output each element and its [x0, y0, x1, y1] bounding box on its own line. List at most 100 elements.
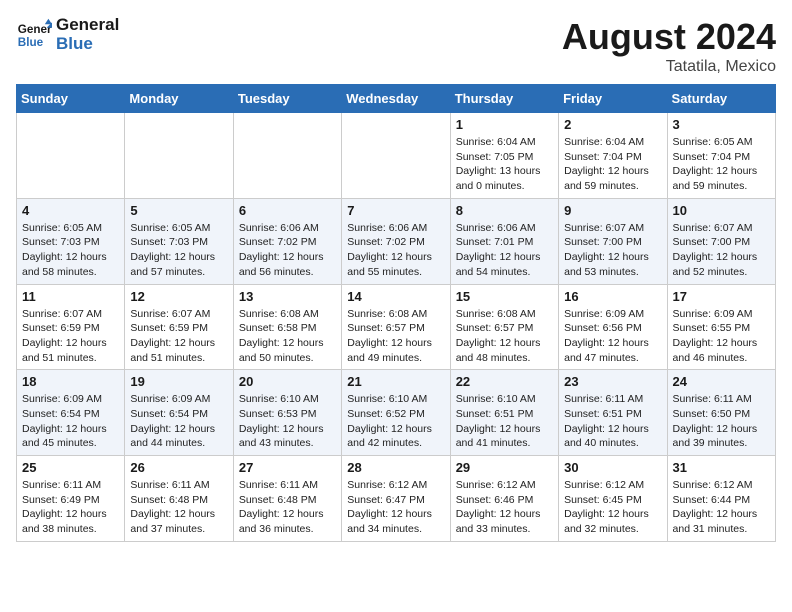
- day-info: Sunrise: 6:07 AM Sunset: 6:59 PM Dayligh…: [22, 307, 119, 366]
- day-cell: 3Sunrise: 6:05 AM Sunset: 7:04 PM Daylig…: [667, 113, 775, 199]
- day-info: Sunrise: 6:07 AM Sunset: 6:59 PM Dayligh…: [130, 307, 227, 366]
- day-number: 28: [347, 460, 444, 475]
- page-header: General Blue GeneralBlue August 2024 Tat…: [16, 16, 776, 76]
- day-info: Sunrise: 6:08 AM Sunset: 6:58 PM Dayligh…: [239, 307, 336, 366]
- day-number: 23: [564, 374, 661, 389]
- day-number: 6: [239, 203, 336, 218]
- day-info: Sunrise: 6:10 AM Sunset: 6:53 PM Dayligh…: [239, 392, 336, 451]
- logo-text: GeneralBlue: [56, 16, 119, 53]
- day-cell: 30 Sunrise: 6:12 AM Sunset: 6:45 PM Dayli…: [559, 456, 667, 542]
- day-number: 12: [130, 289, 227, 304]
- day-cell: 18Sunrise: 6:09 AM Sunset: 6:54 PM Dayli…: [17, 370, 125, 456]
- day-cell: 26 Sunrise: 6:11 AM Sunset: 6:48 PM Dayli…: [125, 456, 233, 542]
- day-info: Sunrise: 6:12 AM Sunset: 6:47 PM Dayligh…: [347, 478, 444, 537]
- day-info: Sunrise: 6:11 AM Sunset: 6:49 PM Dayligh…: [22, 478, 119, 537]
- day-info: Sunrise: 6:11 AM Sunset: 6:51 PM Dayligh…: [564, 392, 661, 451]
- day-number: 30: [564, 460, 661, 475]
- day-number: 13: [239, 289, 336, 304]
- day-number: 27: [239, 460, 336, 475]
- day-info: Sunrise: 6:05 AM Sunset: 7:03 PM Dayligh…: [22, 221, 119, 280]
- day-number: 31: [673, 460, 770, 475]
- day-number: 1: [456, 117, 553, 132]
- day-info: Sunrise: 6:12 AM Sunset: 6:44 PM Dayligh…: [673, 478, 770, 537]
- location: Tatatila, Mexico: [562, 58, 776, 76]
- day-number: 4: [22, 203, 119, 218]
- day-number: 15: [456, 289, 553, 304]
- day-info: Sunrise: 6:09 AM Sunset: 6:54 PM Dayligh…: [130, 392, 227, 451]
- day-cell: [17, 113, 125, 199]
- week-row-1: 1Sunrise: 6:04 AM Sunset: 7:05 PM Daylig…: [17, 113, 776, 199]
- day-cell: 16 Sunrise: 6:09 AM Sunset: 6:56 PM Dayli…: [559, 284, 667, 370]
- day-info: Sunrise: 6:11 AM Sunset: 6:48 PM Dayligh…: [130, 478, 227, 537]
- month-title: August 2024: [562, 16, 776, 58]
- week-row-3: 11Sunrise: 6:07 AM Sunset: 6:59 PM Dayli…: [17, 284, 776, 370]
- day-cell: 29 Sunrise: 6:12 AM Sunset: 6:46 PM Dayli…: [450, 456, 558, 542]
- day-cell: 20 Sunrise: 6:10 AM Sunset: 6:53 PM Dayli…: [233, 370, 341, 456]
- day-cell: 5Sunrise: 6:05 AM Sunset: 7:03 PM Daylig…: [125, 198, 233, 284]
- day-info: Sunrise: 6:06 AM Sunset: 7:01 PM Dayligh…: [456, 221, 553, 280]
- day-cell: 6 Sunrise: 6:06 AM Sunset: 7:02 PM Daylig…: [233, 198, 341, 284]
- col-header-saturday: Saturday: [667, 85, 775, 113]
- day-info: Sunrise: 6:08 AM Sunset: 6:57 PM Dayligh…: [456, 307, 553, 366]
- svg-text:Blue: Blue: [18, 35, 44, 48]
- day-info: Sunrise: 6:07 AM Sunset: 7:00 PM Dayligh…: [673, 221, 770, 280]
- day-number: 14: [347, 289, 444, 304]
- day-cell: 15 Sunrise: 6:08 AM Sunset: 6:57 PM Dayli…: [450, 284, 558, 370]
- day-info: Sunrise: 6:07 AM Sunset: 7:00 PM Dayligh…: [564, 221, 661, 280]
- day-cell: 10Sunrise: 6:07 AM Sunset: 7:00 PM Dayli…: [667, 198, 775, 284]
- day-number: 16: [564, 289, 661, 304]
- header-row: SundayMondayTuesdayWednesdayThursdayFrid…: [17, 85, 776, 113]
- day-number: 8: [456, 203, 553, 218]
- day-info: Sunrise: 6:09 AM Sunset: 6:55 PM Dayligh…: [673, 307, 770, 366]
- day-info: Sunrise: 6:05 AM Sunset: 7:04 PM Dayligh…: [673, 135, 770, 194]
- day-cell: [125, 113, 233, 199]
- day-cell: 28 Sunrise: 6:12 AM Sunset: 6:47 PM Dayli…: [342, 456, 450, 542]
- day-info: Sunrise: 6:12 AM Sunset: 6:45 PM Dayligh…: [564, 478, 661, 537]
- day-cell: 31 Sunrise: 6:12 AM Sunset: 6:44 PM Dayli…: [667, 456, 775, 542]
- day-cell: 9Sunrise: 6:07 AM Sunset: 7:00 PM Daylig…: [559, 198, 667, 284]
- day-cell: 19 Sunrise: 6:09 AM Sunset: 6:54 PM Dayli…: [125, 370, 233, 456]
- day-number: 21: [347, 374, 444, 389]
- col-header-wednesday: Wednesday: [342, 85, 450, 113]
- day-number: 24: [673, 374, 770, 389]
- day-cell: 21 Sunrise: 6:10 AM Sunset: 6:52 PM Dayli…: [342, 370, 450, 456]
- day-cell: 13 Sunrise: 6:08 AM Sunset: 6:58 PM Dayli…: [233, 284, 341, 370]
- day-info: Sunrise: 6:09 AM Sunset: 6:56 PM Dayligh…: [564, 307, 661, 366]
- day-number: 17: [673, 289, 770, 304]
- day-number: 2: [564, 117, 661, 132]
- day-info: Sunrise: 6:11 AM Sunset: 6:50 PM Dayligh…: [673, 392, 770, 451]
- day-number: 19: [130, 374, 227, 389]
- day-cell: 27 Sunrise: 6:11 AM Sunset: 6:48 PM Dayli…: [233, 456, 341, 542]
- day-number: 20: [239, 374, 336, 389]
- day-info: Sunrise: 6:09 AM Sunset: 6:54 PM Dayligh…: [22, 392, 119, 451]
- col-header-sunday: Sunday: [17, 85, 125, 113]
- svg-text:General: General: [18, 23, 52, 36]
- day-info: Sunrise: 6:08 AM Sunset: 6:57 PM Dayligh…: [347, 307, 444, 366]
- day-number: 29: [456, 460, 553, 475]
- week-row-5: 25Sunrise: 6:11 AM Sunset: 6:49 PM Dayli…: [17, 456, 776, 542]
- calendar-table: SundayMondayTuesdayWednesdayThursdayFrid…: [16, 84, 776, 542]
- day-number: 7: [347, 203, 444, 218]
- title-block: August 2024 Tatatila, Mexico: [562, 16, 776, 76]
- day-cell: 12 Sunrise: 6:07 AM Sunset: 6:59 PM Dayli…: [125, 284, 233, 370]
- day-number: 26: [130, 460, 227, 475]
- week-row-4: 18Sunrise: 6:09 AM Sunset: 6:54 PM Dayli…: [17, 370, 776, 456]
- day-cell: 4 Sunrise: 6:05 AM Sunset: 7:03 PM Daylig…: [17, 198, 125, 284]
- day-cell: 17 Sunrise: 6:09 AM Sunset: 6:55 PM Dayli…: [667, 284, 775, 370]
- day-cell: 24 Sunrise: 6:11 AM Sunset: 6:50 PM Dayli…: [667, 370, 775, 456]
- day-info: Sunrise: 6:10 AM Sunset: 6:52 PM Dayligh…: [347, 392, 444, 451]
- day-info: Sunrise: 6:12 AM Sunset: 6:46 PM Dayligh…: [456, 478, 553, 537]
- day-cell: 11Sunrise: 6:07 AM Sunset: 6:59 PM Dayli…: [17, 284, 125, 370]
- day-number: 22: [456, 374, 553, 389]
- day-cell: 14 Sunrise: 6:08 AM Sunset: 6:57 PM Dayli…: [342, 284, 450, 370]
- day-cell: 7Sunrise: 6:06 AM Sunset: 7:02 PM Daylig…: [342, 198, 450, 284]
- day-cell: [233, 113, 341, 199]
- logo: General Blue GeneralBlue: [16, 16, 119, 53]
- day-info: Sunrise: 6:11 AM Sunset: 6:48 PM Dayligh…: [239, 478, 336, 537]
- day-cell: 23 Sunrise: 6:11 AM Sunset: 6:51 PM Dayli…: [559, 370, 667, 456]
- day-cell: 2Sunrise: 6:04 AM Sunset: 7:04 PM Daylig…: [559, 113, 667, 199]
- col-header-tuesday: Tuesday: [233, 85, 341, 113]
- day-cell: 25Sunrise: 6:11 AM Sunset: 6:49 PM Dayli…: [17, 456, 125, 542]
- day-info: Sunrise: 6:06 AM Sunset: 7:02 PM Dayligh…: [239, 221, 336, 280]
- day-cell: 8 Sunrise: 6:06 AM Sunset: 7:01 PM Daylig…: [450, 198, 558, 284]
